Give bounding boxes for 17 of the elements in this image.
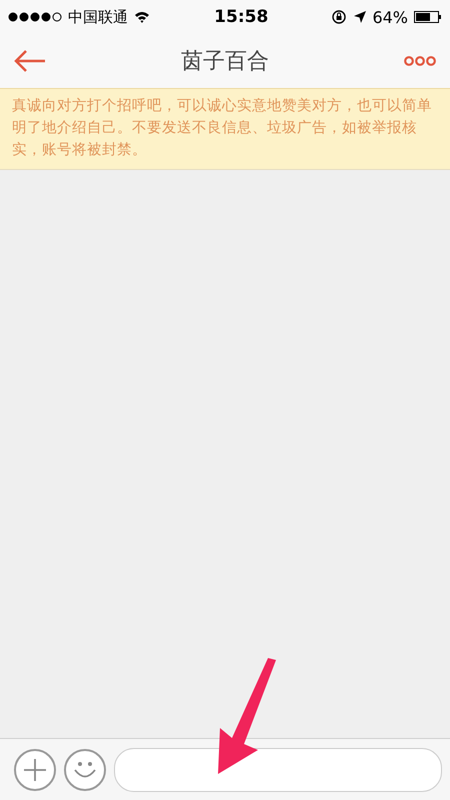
rotation-lock-icon [332, 10, 348, 24]
more-icon [404, 56, 436, 66]
signal-icon [8, 12, 62, 22]
message-input[interactable] [114, 748, 442, 792]
location-icon [354, 11, 366, 23]
battery-icon [414, 11, 442, 23]
status-time: 15:58 [214, 7, 268, 27]
battery-percent: 64% [372, 8, 408, 26]
wifi-icon [134, 11, 150, 23]
notice-text: 真诚向对方打个招呼吧，可以诚心实意地赞美对方，也可以简单明了地介绍自己。不要发送不良信息、垃圾广告，如被举报核实，账号将被封禁。 [12, 96, 433, 160]
plus-icon [24, 758, 46, 780]
back-arrow-icon [14, 50, 46, 72]
add-button[interactable] [14, 748, 56, 790]
carrier-name: 中国联通 [68, 8, 128, 26]
emoji-button[interactable] [64, 748, 106, 790]
smiley-icon [74, 760, 96, 778]
chat-title: 茵子百合 [181, 48, 269, 76]
